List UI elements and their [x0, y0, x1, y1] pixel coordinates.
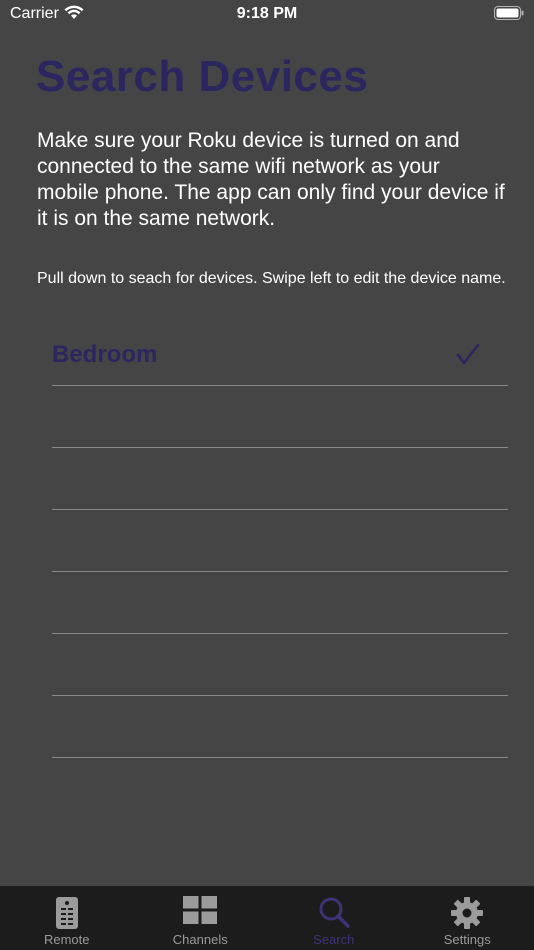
tab-label: Search [313, 932, 355, 947]
search-icon [318, 896, 350, 933]
tab-settings[interactable]: Settings [401, 886, 534, 950]
checkmark-icon [456, 343, 480, 370]
tab-remote[interactable]: Remote [0, 886, 134, 950]
gear-icon [450, 896, 484, 935]
device-name: Bedroom [52, 341, 158, 368]
page-title: Search Devices [36, 52, 369, 101]
device-row[interactable] [52, 386, 508, 448]
tab-search[interactable]: Search [267, 886, 401, 950]
device-row[interactable] [52, 448, 508, 510]
device-row[interactable] [52, 510, 508, 572]
tab-label: Settings [443, 932, 491, 947]
grid-icon [183, 896, 218, 929]
device-row[interactable] [52, 696, 508, 758]
status-bar: Carrier 9:18 PM [0, 0, 534, 28]
tab-label: Channels [172, 932, 228, 947]
hint-text: Pull down to seach for devices. Swipe le… [37, 270, 506, 287]
tab-channels[interactable]: Channels [134, 886, 268, 950]
intro-text: Make sure your Roku device is turned on … [37, 129, 505, 230]
device-row[interactable] [52, 634, 508, 696]
remote-icon [54, 896, 80, 935]
tab-bar: Remote Channels Search Settings [0, 886, 534, 950]
battery-icon [494, 6, 524, 25]
device-row[interactable]: Bedroom [52, 324, 508, 386]
tab-label: Remote [43, 932, 90, 947]
clock: 9:18 PM [236, 5, 298, 22]
device-list[interactable]: Bedroom [52, 324, 508, 758]
device-row[interactable] [52, 572, 508, 634]
